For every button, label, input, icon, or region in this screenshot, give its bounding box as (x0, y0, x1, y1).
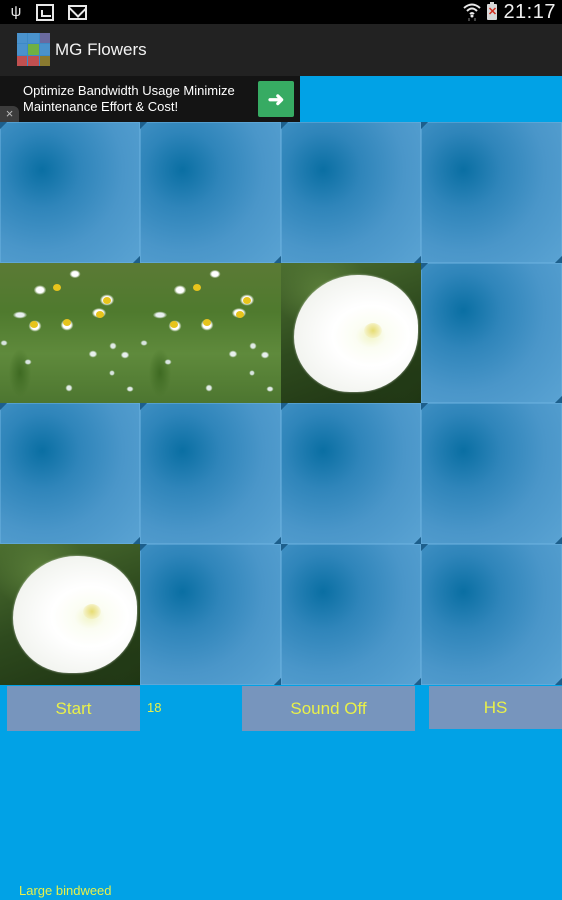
tile-hidden[interactable] (140, 544, 281, 685)
flower-petal (13, 556, 137, 673)
flower-center (103, 297, 111, 304)
app-icon[interactable] (17, 33, 50, 66)
flower-center (243, 297, 251, 304)
tile-bindweed[interactable] (281, 263, 421, 403)
gallery-icon (36, 3, 54, 21)
flower-center (170, 321, 178, 328)
flower-center (193, 284, 201, 291)
flower-center (53, 284, 61, 291)
high-score-button[interactable]: HS (429, 686, 562, 729)
arrow-right-icon: ➜ (267, 88, 285, 111)
tile-hidden[interactable] (281, 122, 421, 263)
ad-text[interactable]: Optimize Bandwidth Usage Minimize Mainte… (23, 83, 253, 115)
game-board (0, 122, 562, 685)
tile-chamomile[interactable] (0, 263, 140, 403)
flower-center (236, 311, 244, 318)
ad-arrow-button[interactable]: ➜ (258, 81, 294, 117)
tile-hidden[interactable] (0, 122, 140, 263)
notification-icons: ψ (10, 3, 87, 21)
clock: 21:17 (503, 0, 556, 23)
tile-hidden[interactable] (281, 403, 421, 544)
system-icons: 21:17 (463, 0, 556, 24)
tile-hidden[interactable] (281, 544, 421, 685)
tile-hidden[interactable] (140, 403, 281, 544)
ad-close-button[interactable]: × (0, 106, 19, 122)
tile-bindweed[interactable] (0, 544, 140, 685)
tile-hidden[interactable] (140, 122, 281, 263)
status-bar: ψ 21:17 (0, 0, 562, 24)
ad-banner[interactable]: Optimize Bandwidth Usage Minimize Mainte… (0, 76, 300, 122)
app-screen: ψ 21:17 (0, 0, 562, 900)
sound-toggle-button[interactable]: Sound Off (242, 686, 415, 731)
flower-throat (364, 323, 382, 338)
battery-alert-icon (487, 2, 498, 20)
start-button[interactable]: Start (7, 686, 140, 731)
flower-center (203, 319, 211, 326)
app-title: MG Flowers (55, 40, 147, 59)
move-counter: 18 (147, 700, 162, 715)
action-bar: MG Flowers (0, 24, 562, 76)
flower-throat (83, 604, 101, 619)
tile-hidden[interactable] (421, 122, 562, 263)
flower-center (96, 311, 104, 318)
flower-center (30, 321, 38, 328)
wifi-icon (463, 2, 482, 22)
tile-hidden[interactable] (421, 544, 562, 685)
gmail-icon (68, 4, 87, 20)
tile-hidden[interactable] (421, 403, 562, 544)
flower-petal (294, 275, 418, 392)
tile-hidden[interactable] (421, 263, 562, 403)
usb-icon: ψ (10, 3, 22, 20)
tile-chamomile[interactable] (140, 263, 281, 403)
flower-name-label: Large bindweed (19, 883, 112, 898)
flower-center (63, 319, 71, 326)
close-icon: × (5, 106, 14, 121)
tile-hidden[interactable] (0, 403, 140, 544)
